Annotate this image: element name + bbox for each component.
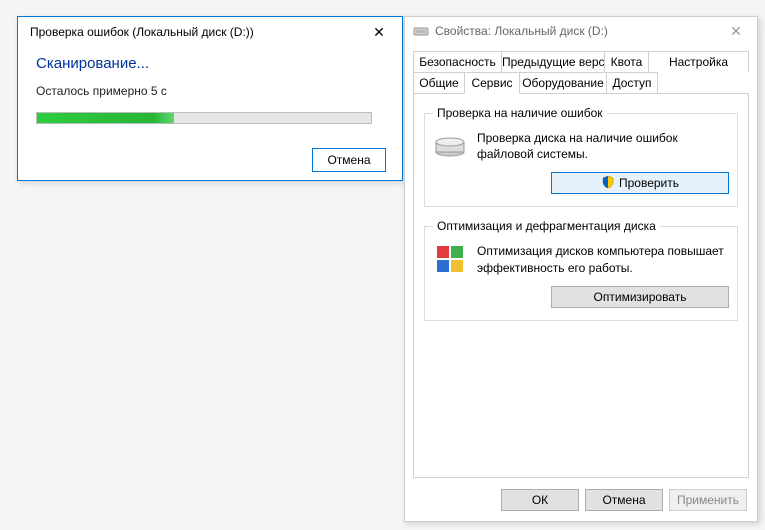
scan-heading: Сканирование...	[36, 55, 384, 72]
tabs-row-1: Безопасность Предыдущие версии Квота Нас…	[413, 51, 749, 72]
tab-quota[interactable]: Квота	[604, 51, 649, 72]
scan-progress-bar	[36, 112, 372, 124]
close-icon: ✕	[730, 23, 742, 40]
cancel-button[interactable]: Отмена	[585, 489, 663, 511]
error-check-group: Проверка на наличие ошибок Проверка диск…	[424, 106, 738, 207]
drive-icon	[413, 23, 429, 39]
defrag-group: Оптимизация и дефрагментация диска Оптим…	[424, 219, 738, 320]
error-check-dialog: Проверка ошибок (Локальный диск (D:)) ✕ …	[17, 16, 403, 181]
ok-button[interactable]: ОК	[501, 489, 579, 511]
props-window-title: Свойства: Локальный диск (D:)	[435, 24, 721, 38]
defrag-icon	[433, 243, 467, 275]
check-disk-button[interactable]: Проверить	[551, 172, 729, 194]
defrag-legend: Оптимизация и дефрагментация диска	[433, 219, 660, 233]
optimize-button-label: Оптимизировать	[594, 290, 687, 304]
scan-dialog-title: Проверка ошибок (Локальный диск (D:))	[30, 25, 364, 39]
tab-previous-versions[interactable]: Предыдущие версии	[501, 51, 605, 72]
tabs-row-2: Общие Сервис Оборудование Доступ	[413, 72, 749, 94]
props-close-button[interactable]: ✕	[721, 19, 751, 43]
shield-icon	[601, 175, 615, 192]
tab-sharing[interactable]: Доступ	[606, 72, 658, 94]
disk-properties-window: Свойства: Локальный диск (D:) ✕ Безопасн…	[404, 16, 758, 522]
error-check-text: Проверка диска на наличие ошибок файлово…	[477, 130, 729, 162]
tab-tools[interactable]: Сервис	[464, 72, 520, 94]
scan-dialog-titlebar[interactable]: Проверка ошибок (Локальный диск (D:)) ✕	[18, 17, 402, 47]
tabs-container: Безопасность Предыдущие версии Квота Нас…	[413, 51, 749, 94]
close-icon: ✕	[373, 24, 385, 41]
tab-general[interactable]: Общие	[413, 72, 465, 94]
error-check-legend: Проверка на наличие ошибок	[433, 106, 607, 120]
props-titlebar[interactable]: Свойства: Локальный диск (D:) ✕	[405, 17, 757, 45]
tab-security[interactable]: Безопасность	[413, 51, 502, 72]
tab-hardware[interactable]: Оборудование	[519, 72, 607, 94]
props-footer: ОК Отмена Применить	[405, 479, 757, 521]
tab-customize[interactable]: Настройка	[648, 51, 749, 72]
defrag-text: Оптимизация дисков компьютера повышает э…	[477, 243, 729, 275]
scan-dialog-close-button[interactable]: ✕	[364, 18, 394, 46]
check-disk-button-label: Проверить	[619, 176, 679, 190]
apply-button[interactable]: Применить	[669, 489, 747, 511]
scan-cancel-button[interactable]: Отмена	[312, 148, 386, 172]
optimize-button[interactable]: Оптимизировать	[551, 286, 729, 308]
drive-icon	[433, 130, 467, 162]
scan-status-text: Осталось примерно 5 с	[36, 84, 384, 98]
scan-progress-fill	[37, 113, 174, 123]
tab-content-tools: Проверка на наличие ошибок Проверка диск…	[413, 93, 749, 478]
